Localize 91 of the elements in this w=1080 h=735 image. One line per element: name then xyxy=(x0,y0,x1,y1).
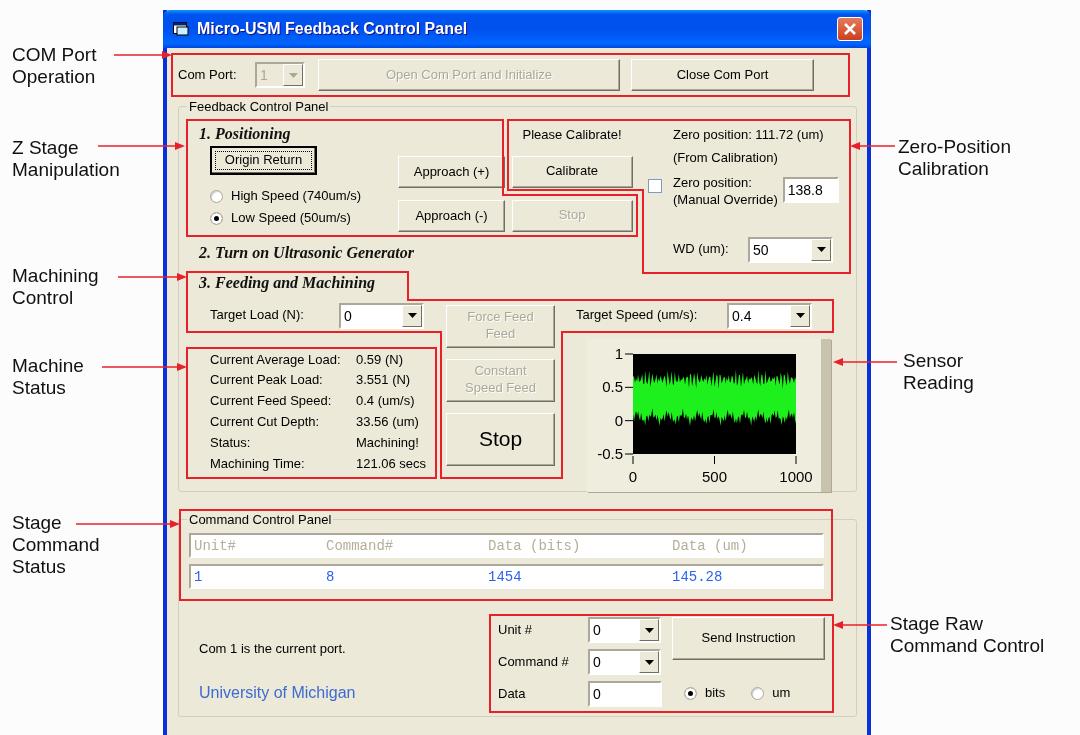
radio-button[interactable] xyxy=(751,686,765,700)
zero-position-text: Zero position: 111.72 (um) xyxy=(673,127,825,144)
app-icon xyxy=(173,22,189,36)
callout-label: Machining Control xyxy=(12,265,99,309)
status-value: 0.4 (um/s) xyxy=(356,393,416,411)
callout-label: Stage Command Status xyxy=(12,512,100,578)
status-value: Machining! xyxy=(356,435,420,452)
target-speed-label: Target Speed (um/s): xyxy=(576,307,699,324)
radio-label: Low Speed (50um/s) xyxy=(231,209,351,227)
callout-label: Zero-Position Calibration xyxy=(898,136,1011,180)
section-heading: 1. Positioning xyxy=(199,125,292,143)
radio-label: bits xyxy=(705,684,726,702)
status-value: 0.59 (N) xyxy=(356,351,404,369)
section-heading: 2. Turn on Ultrasonic Generator xyxy=(199,244,415,262)
com-port-label: Com Port: xyxy=(178,66,238,84)
tick-label: 1000 xyxy=(779,467,813,485)
status-value: 33.56 (um) xyxy=(356,414,420,432)
stop-button[interactable]: Stop xyxy=(446,412,555,466)
target-load-label: Target Load (N): xyxy=(210,307,305,324)
caret-icon xyxy=(811,238,831,261)
credit-text: University of Michigan xyxy=(199,683,357,702)
data-value: 1 xyxy=(194,568,204,585)
radio-button[interactable] xyxy=(684,686,697,700)
dropdown[interactable]: 0 xyxy=(339,302,424,329)
status-value: 121.06 secs xyxy=(356,456,428,473)
panel-title: Feedback Control Panel xyxy=(188,99,330,114)
caret-icon xyxy=(283,64,303,86)
callout-label: Machine Status xyxy=(12,355,84,399)
close-icon xyxy=(844,23,856,35)
status-value: 3.551 (N) xyxy=(356,372,412,390)
data-value: 8 xyxy=(326,568,336,585)
panel-title: Command Control Panel xyxy=(188,512,333,527)
override-checkbox[interactable] xyxy=(648,178,662,193)
callout-label: COM Port Operation xyxy=(12,44,97,88)
field-label: Command # xyxy=(498,653,570,671)
port-note: Com 1 is the current port. xyxy=(199,641,347,658)
field-label: Unit # xyxy=(498,621,533,639)
callout-label: Z Stage Manipulation xyxy=(12,137,120,181)
window-title: Micro-USM Feedback Control Panel xyxy=(197,20,469,38)
caret-icon xyxy=(639,619,659,641)
send-button[interactable]: Send Instruction xyxy=(672,617,825,660)
status-label: Current Peak Load: xyxy=(210,372,324,390)
override-label: Zero position: xyxy=(673,174,753,192)
status-label: Current Feed Speed: xyxy=(210,393,333,411)
tick-label: 500 xyxy=(702,467,727,485)
callout-arrow xyxy=(833,358,898,366)
dropdown[interactable]: 0 xyxy=(588,617,661,643)
radio-label: um xyxy=(772,684,791,702)
column-header: Command# xyxy=(326,537,395,554)
radio-button[interactable] xyxy=(210,189,223,203)
dropdown[interactable]: 0.4 xyxy=(727,302,812,329)
wd-label: WD (um): xyxy=(673,241,730,258)
caret-icon xyxy=(639,651,659,673)
callout-arrow xyxy=(833,621,888,629)
input-field[interactable]: 0 xyxy=(588,681,662,707)
zero-source-text: (From Calibration) xyxy=(673,149,779,167)
tick-label: 0 xyxy=(614,411,623,429)
caret-icon xyxy=(402,304,422,327)
override-label: (Manual Override) xyxy=(673,191,778,209)
radio-label: High Speed (740um/s) xyxy=(231,187,362,205)
callout-arrow xyxy=(117,273,187,281)
status-label: Status: xyxy=(210,435,252,452)
field-label: Data xyxy=(498,685,527,703)
caret-icon xyxy=(790,304,810,327)
column-header: Data (bits) xyxy=(488,537,582,554)
approach-button[interactable]: Approach (+) xyxy=(398,156,505,188)
data-value: 1454 xyxy=(488,568,523,585)
calibrate-prompt: Please Calibrate! xyxy=(522,127,622,144)
tick-label: 1 xyxy=(614,344,623,362)
section-heading: 3. Feeding and Machining xyxy=(199,273,377,292)
data-value: 145.28 xyxy=(672,568,724,585)
tick-label: 0 xyxy=(628,467,638,485)
origin-return-button[interactable]: Origin Return xyxy=(210,146,317,175)
close-button[interactable] xyxy=(837,17,863,41)
calibrate-button[interactable]: Calibrate xyxy=(511,155,633,188)
callout-label: Stage Raw Command Control xyxy=(890,613,1045,657)
input-field[interactable]: 138.8 xyxy=(782,176,839,203)
status-label: Current Cut Depth: xyxy=(210,414,321,432)
dropdown[interactable]: 50 xyxy=(748,236,833,263)
radio-button[interactable] xyxy=(210,211,223,225)
callout-arrow xyxy=(850,142,896,150)
tick-label: -0.5 xyxy=(597,444,623,462)
approach-button[interactable]: Approach (-) xyxy=(398,200,505,232)
callout-label: Sensor Reading xyxy=(903,350,974,394)
dropdown[interactable]: 0 xyxy=(588,649,661,675)
callout-arrow xyxy=(113,51,172,59)
status-label: Machining Time: xyxy=(210,456,306,473)
column-header: Data (um) xyxy=(672,537,749,554)
tick-label: 0.5 xyxy=(602,377,623,395)
column-header: Unit# xyxy=(194,537,237,554)
status-label: Current Average Load: xyxy=(210,351,342,369)
